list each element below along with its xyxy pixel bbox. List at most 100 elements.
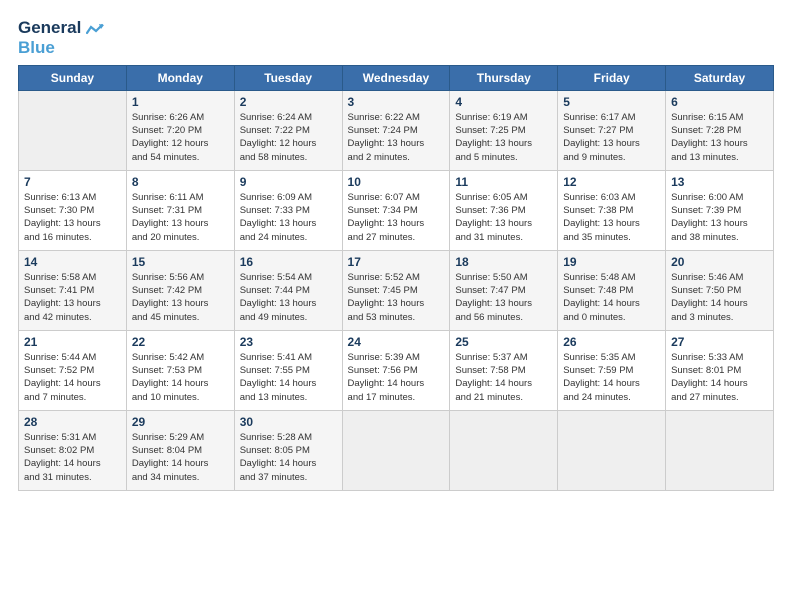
day-number: 17 [348, 255, 445, 269]
calendar-cell: 8 Sunrise: 6:11 AM Sunset: 7:31 PM Daylig… [126, 170, 234, 250]
day-info: Sunrise: 5:56 AM Sunset: 7:42 PM Dayligh… [132, 271, 229, 324]
day-number: 1 [132, 95, 229, 109]
day-info: Sunrise: 6:11 AM Sunset: 7:31 PM Dayligh… [132, 191, 229, 244]
calendar-cell: 21 Sunrise: 5:44 AM Sunset: 7:52 PM Dayli… [19, 330, 127, 410]
day-info: Sunrise: 6:09 AM Sunset: 7:33 PM Dayligh… [240, 191, 337, 244]
calendar-cell: 22Sunrise: 5:42 AM Sunset: 7:53 PM Dayli… [126, 330, 234, 410]
week-row-1: 1 Sunrise: 6:26 AM Sunset: 7:20 PM Daylig… [19, 90, 774, 170]
day-number: 27 [671, 335, 768, 349]
day-number: 16 [240, 255, 337, 269]
calendar-cell: 7Sunrise: 6:13 AM Sunset: 7:30 PM Daylig… [19, 170, 127, 250]
calendar-cell: 30 Sunrise: 5:28 AM Sunset: 8:05 PM Dayli… [234, 410, 342, 490]
day-info: Sunrise: 6:00 AM Sunset: 7:39 PM Dayligh… [671, 191, 768, 244]
weekday-header-wednesday: Wednesday [342, 65, 450, 90]
calendar-cell: 24Sunrise: 5:39 AM Sunset: 7:56 PM Dayli… [342, 330, 450, 410]
day-number: 14 [24, 255, 121, 269]
week-row-2: 7Sunrise: 6:13 AM Sunset: 7:30 PM Daylig… [19, 170, 774, 250]
day-number: 25 [455, 335, 552, 349]
calendar-cell: 13 Sunrise: 6:00 AM Sunset: 7:39 PM Dayli… [666, 170, 774, 250]
day-info: Sunrise: 5:44 AM Sunset: 7:52 PM Dayligh… [24, 351, 121, 404]
day-number: 13 [671, 175, 768, 189]
day-info: Sunrise: 5:35 AM Sunset: 7:59 PM Dayligh… [563, 351, 660, 404]
page: General Blue SundayMondayTuesdayWednesda… [0, 0, 792, 612]
day-info: Sunrise: 5:37 AM Sunset: 7:58 PM Dayligh… [455, 351, 552, 404]
day-info: Sunrise: 6:26 AM Sunset: 7:20 PM Dayligh… [132, 111, 229, 164]
calendar-cell: 27 Sunrise: 5:33 AM Sunset: 8:01 PM Dayli… [666, 330, 774, 410]
day-number: 15 [132, 255, 229, 269]
calendar-cell [558, 410, 666, 490]
day-info: Sunrise: 6:15 AM Sunset: 7:28 PM Dayligh… [671, 111, 768, 164]
day-number: 28 [24, 415, 121, 429]
week-row-3: 14 Sunrise: 5:58 AM Sunset: 7:41 PM Dayli… [19, 250, 774, 330]
day-number: 24 [348, 335, 445, 349]
weekday-header-thursday: Thursday [450, 65, 558, 90]
weekday-header-saturday: Saturday [666, 65, 774, 90]
calendar-cell: 26 Sunrise: 5:35 AM Sunset: 7:59 PM Dayli… [558, 330, 666, 410]
calendar-cell: 2 Sunrise: 6:24 AM Sunset: 7:22 PM Daylig… [234, 90, 342, 170]
calendar-cell: 10 Sunrise: 6:07 AM Sunset: 7:34 PM Dayli… [342, 170, 450, 250]
day-number: 10 [348, 175, 445, 189]
day-info: Sunrise: 5:29 AM Sunset: 8:04 PM Dayligh… [132, 431, 229, 484]
calendar-cell: 25 Sunrise: 5:37 AM Sunset: 7:58 PM Dayli… [450, 330, 558, 410]
day-number: 18 [455, 255, 552, 269]
day-info: Sunrise: 5:54 AM Sunset: 7:44 PM Dayligh… [240, 271, 337, 324]
weekday-header-friday: Friday [558, 65, 666, 90]
day-number: 12 [563, 175, 660, 189]
calendar-cell [19, 90, 127, 170]
calendar-cell: 16 Sunrise: 5:54 AM Sunset: 7:44 PM Dayli… [234, 250, 342, 330]
calendar-cell: 6Sunrise: 6:15 AM Sunset: 7:28 PM Daylig… [666, 90, 774, 170]
day-info: Sunrise: 6:19 AM Sunset: 7:25 PM Dayligh… [455, 111, 552, 164]
calendar-cell: 14 Sunrise: 5:58 AM Sunset: 7:41 PM Dayli… [19, 250, 127, 330]
day-info: Sunrise: 6:17 AM Sunset: 7:27 PM Dayligh… [563, 111, 660, 164]
day-number: 5 [563, 95, 660, 109]
calendar-cell: 12 Sunrise: 6:03 AM Sunset: 7:38 PM Dayli… [558, 170, 666, 250]
day-info: Sunrise: 5:42 AM Sunset: 7:53 PM Dayligh… [132, 351, 229, 404]
calendar-cell: 17 Sunrise: 5:52 AM Sunset: 7:45 PM Dayli… [342, 250, 450, 330]
day-info: Sunrise: 5:46 AM Sunset: 7:50 PM Dayligh… [671, 271, 768, 324]
day-number: 29 [132, 415, 229, 429]
calendar-cell: 3 Sunrise: 6:22 AM Sunset: 7:24 PM Daylig… [342, 90, 450, 170]
day-info: Sunrise: 5:58 AM Sunset: 7:41 PM Dayligh… [24, 271, 121, 324]
calendar-cell: 15 Sunrise: 5:56 AM Sunset: 7:42 PM Dayli… [126, 250, 234, 330]
calendar-cell: 9 Sunrise: 6:09 AM Sunset: 7:33 PM Daylig… [234, 170, 342, 250]
day-info: Sunrise: 6:03 AM Sunset: 7:38 PM Dayligh… [563, 191, 660, 244]
day-number: 7 [24, 175, 121, 189]
calendar-cell: 20Sunrise: 5:46 AM Sunset: 7:50 PM Dayli… [666, 250, 774, 330]
day-number: 2 [240, 95, 337, 109]
day-info: Sunrise: 6:07 AM Sunset: 7:34 PM Dayligh… [348, 191, 445, 244]
calendar-cell [450, 410, 558, 490]
calendar-table: SundayMondayTuesdayWednesdayThursdayFrid… [18, 65, 774, 491]
day-info: Sunrise: 5:33 AM Sunset: 8:01 PM Dayligh… [671, 351, 768, 404]
day-info: Sunrise: 6:22 AM Sunset: 7:24 PM Dayligh… [348, 111, 445, 164]
calendar-cell: 29 Sunrise: 5:29 AM Sunset: 8:04 PM Dayli… [126, 410, 234, 490]
calendar-cell: 19Sunrise: 5:48 AM Sunset: 7:48 PM Dayli… [558, 250, 666, 330]
calendar-cell: 1 Sunrise: 6:26 AM Sunset: 7:20 PM Daylig… [126, 90, 234, 170]
day-number: 11 [455, 175, 552, 189]
calendar-cell: 18 Sunrise: 5:50 AM Sunset: 7:47 PM Dayli… [450, 250, 558, 330]
calendar-cell: 4Sunrise: 6:19 AM Sunset: 7:25 PM Daylig… [450, 90, 558, 170]
weekday-header-row: SundayMondayTuesdayWednesdayThursdayFrid… [19, 65, 774, 90]
calendar-cell: 11 Sunrise: 6:05 AM Sunset: 7:36 PM Dayli… [450, 170, 558, 250]
logo: General Blue [18, 18, 104, 59]
day-number: 3 [348, 95, 445, 109]
day-info: Sunrise: 5:50 AM Sunset: 7:47 PM Dayligh… [455, 271, 552, 324]
week-row-5: 28 Sunrise: 5:31 AM Sunset: 8:02 PM Dayli… [19, 410, 774, 490]
day-number: 9 [240, 175, 337, 189]
day-info: Sunrise: 6:24 AM Sunset: 7:22 PM Dayligh… [240, 111, 337, 164]
day-info: Sunrise: 5:48 AM Sunset: 7:48 PM Dayligh… [563, 271, 660, 324]
day-info: Sunrise: 5:41 AM Sunset: 7:55 PM Dayligh… [240, 351, 337, 404]
day-info: Sunrise: 5:52 AM Sunset: 7:45 PM Dayligh… [348, 271, 445, 324]
calendar-cell: 5 Sunrise: 6:17 AM Sunset: 7:27 PM Daylig… [558, 90, 666, 170]
day-info: Sunrise: 6:05 AM Sunset: 7:36 PM Dayligh… [455, 191, 552, 244]
weekday-header-sunday: Sunday [19, 65, 127, 90]
day-info: Sunrise: 5:28 AM Sunset: 8:05 PM Dayligh… [240, 431, 337, 484]
calendar-cell [342, 410, 450, 490]
day-info: Sunrise: 5:31 AM Sunset: 8:02 PM Dayligh… [24, 431, 121, 484]
day-number: 21 [24, 335, 121, 349]
weekday-header-monday: Monday [126, 65, 234, 90]
bird-icon [86, 23, 104, 35]
day-number: 8 [132, 175, 229, 189]
week-row-4: 21 Sunrise: 5:44 AM Sunset: 7:52 PM Dayli… [19, 330, 774, 410]
day-number: 30 [240, 415, 337, 429]
day-number: 26 [563, 335, 660, 349]
